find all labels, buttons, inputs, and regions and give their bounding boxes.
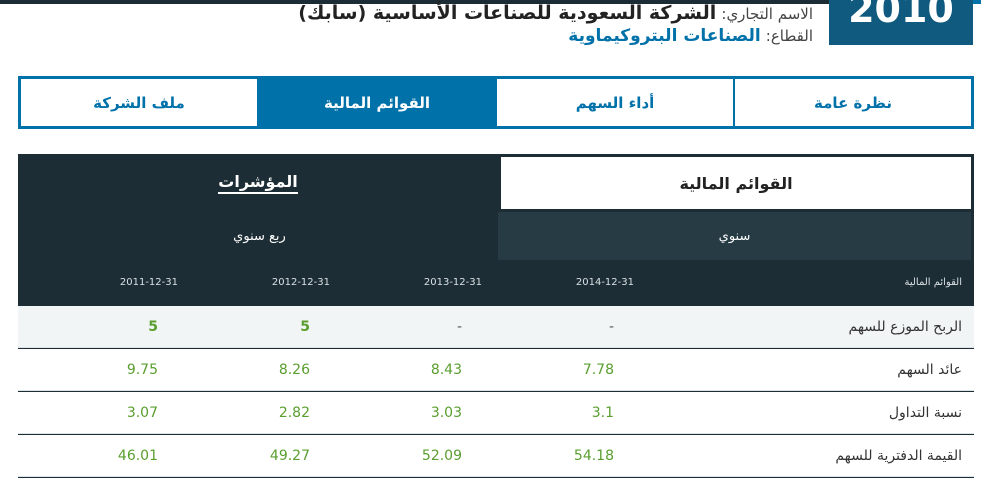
row-label: نسبة التداول [888, 405, 962, 421]
table-row: الربح الموزع للسهم - - 5 5 [18, 306, 974, 348]
row-label: الربح الموزع للسهم [848, 319, 962, 335]
row-value: 3.07 [126, 405, 158, 421]
row-label: عائد السهم [897, 362, 962, 378]
row-value: 46.01 [117, 448, 158, 464]
row-value: 7.78 [582, 362, 614, 378]
row-value: 8.26 [278, 362, 310, 378]
main-tabs: نظرة عامة أداء السهم القوائم المالية ملف… [18, 76, 974, 129]
period-selector: سنوي ربع سنوي [18, 212, 974, 260]
table-row: عائد السهم 7.78 8.43 8.26 9.75 [18, 349, 974, 391]
row-value: 3.1 [591, 405, 614, 421]
header-date: 2013-12-31 [423, 277, 482, 288]
row-value: 2.82 [278, 405, 310, 421]
financial-statements-subtab[interactable]: القوائم المالية [498, 154, 974, 212]
row-value: 52.09 [421, 448, 462, 464]
row-value: - [608, 319, 614, 335]
year-badge-text: 2010 [848, 0, 954, 31]
trade-name-line: الاسم التجاري: الشركة السعودية للصناعات … [298, 2, 813, 24]
header-date: 2011-12-31 [119, 277, 178, 288]
trade-name-label: الاسم التجاري: [721, 5, 813, 23]
row-value: 54.18 [573, 448, 614, 464]
tab-overview[interactable]: نظرة عامة [733, 79, 971, 126]
tab-financial-statements[interactable]: القوائم المالية [257, 79, 495, 126]
sector-value[interactable]: الصناعات البتروكيماوية [568, 26, 760, 46]
trade-name-value: الشركة السعودية للصناعات الأساسية (سابك) [298, 2, 717, 24]
header-date: 2014-12-31 [575, 277, 634, 288]
row-value: 5 [148, 319, 158, 335]
panel-header: القوائم المالية المؤشرات [18, 154, 974, 212]
table-row: نسبة التداول 3.1 3.03 2.82 3.07 [18, 392, 974, 434]
table-header-row: القوائم المالية 2014-12-31 2013-12-31 20… [18, 260, 974, 306]
row-value: 49.27 [269, 448, 310, 464]
quarterly-toggle[interactable]: ربع سنوي [18, 212, 498, 260]
year-badge: 2010 [829, 0, 973, 45]
indicators-subtab[interactable]: المؤشرات [18, 154, 498, 212]
sector-line: القطاع: الصناعات البتروكيماوية [568, 26, 813, 46]
header-label: القوائم المالية [904, 277, 962, 288]
financial-panel: القوائم المالية المؤشرات سنوي ربع سنوي ا… [18, 154, 974, 488]
sector-label: القطاع: [765, 27, 813, 45]
row-value: - [456, 319, 462, 335]
row-label: القيمة الدفترية للسهم [835, 448, 962, 464]
row-value: 5 [300, 319, 310, 335]
financial-statements-subtab-label: القوائم المالية [679, 173, 793, 193]
indicators-subtab-label: المؤشرات [218, 172, 298, 194]
header-date: 2012-12-31 [271, 277, 330, 288]
row-value: 8.43 [430, 362, 462, 378]
table-row-partial [18, 478, 974, 488]
table-row: القيمة الدفترية للسهم 54.18 52.09 49.27 … [18, 435, 974, 477]
annual-toggle[interactable]: سنوي [498, 212, 974, 260]
tab-company-profile[interactable]: ملف الشركة [21, 79, 257, 126]
tab-stock-performance[interactable]: أداء السهم [495, 79, 733, 126]
row-value: 9.75 [126, 362, 158, 378]
row-value: 3.03 [430, 405, 462, 421]
